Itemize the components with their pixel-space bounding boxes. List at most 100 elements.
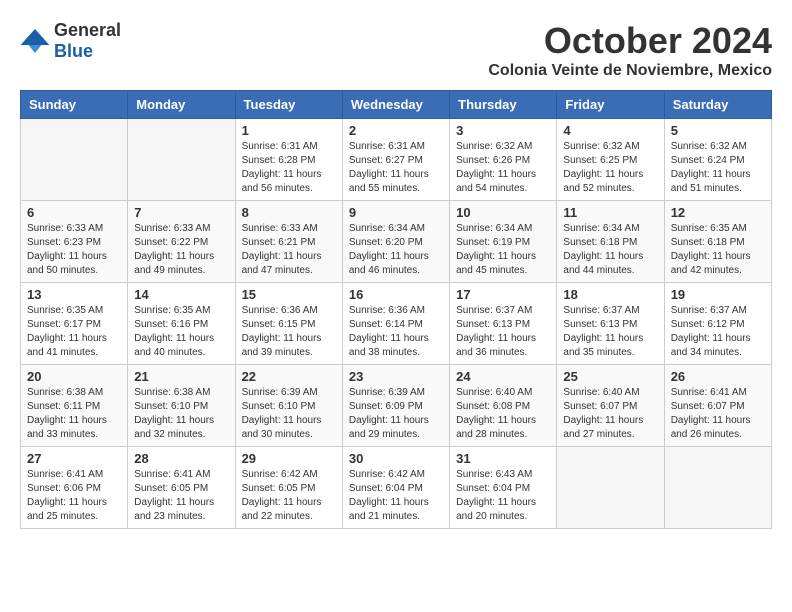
day-info: Sunrise: 6:38 AM Sunset: 6:10 PM Dayligh… <box>134 386 228 442</box>
day-number: 21 <box>134 369 228 384</box>
day-info: Sunrise: 6:32 AM Sunset: 6:25 PM Dayligh… <box>563 140 657 196</box>
day-number: 23 <box>349 369 443 384</box>
day-info: Sunrise: 6:32 AM Sunset: 6:24 PM Dayligh… <box>671 140 765 196</box>
day-info: Sunrise: 6:32 AM Sunset: 6:26 PM Dayligh… <box>456 140 550 196</box>
day-number: 19 <box>671 287 765 302</box>
calendar-cell: 4 Sunrise: 6:32 AM Sunset: 6:25 PM Daylig… <box>557 119 664 201</box>
day-info: Sunrise: 6:42 AM Sunset: 6:05 PM Dayligh… <box>242 468 336 524</box>
calendar-cell: 13 Sunrise: 6:35 AM Sunset: 6:17 PM Dayli… <box>21 283 128 365</box>
day-number: 2 <box>349 123 443 138</box>
calendar-cell: 7 Sunrise: 6:33 AM Sunset: 6:22 PM Daylig… <box>128 201 235 283</box>
calendar-header-row: SundayMondayTuesdayWednesdayThursdayFrid… <box>21 91 772 119</box>
calendar-cell: 8Sunrise: 6:33 AM Sunset: 6:21 PM Daylig… <box>235 201 342 283</box>
day-info: Sunrise: 6:39 AM Sunset: 6:10 PM Dayligh… <box>242 386 336 442</box>
day-header-saturday: Saturday <box>664 91 771 119</box>
day-info: Sunrise: 6:35 AM Sunset: 6:18 PM Dayligh… <box>671 222 765 278</box>
calendar-cell: 10 Sunrise: 6:34 AM Sunset: 6:19 PM Dayli… <box>450 201 557 283</box>
day-info: Sunrise: 6:36 AM Sunset: 6:15 PM Dayligh… <box>242 304 336 360</box>
calendar-cell <box>557 447 664 529</box>
calendar-cell: 11Sunrise: 6:34 AM Sunset: 6:18 PM Dayli… <box>557 201 664 283</box>
day-number: 24 <box>456 369 550 384</box>
calendar-cell <box>664 447 771 529</box>
calendar-cell: 25 Sunrise: 6:40 AM Sunset: 6:07 PM Dayli… <box>557 365 664 447</box>
day-number: 1 <box>242 123 336 138</box>
day-number: 13 <box>27 287 121 302</box>
day-number: 9 <box>349 205 443 220</box>
location-subtitle: Colonia Veinte de Noviembre, Mexico <box>488 62 772 80</box>
day-info: Sunrise: 6:34 AM Sunset: 6:19 PM Dayligh… <box>456 222 550 278</box>
day-info: Sunrise: 6:40 AM Sunset: 6:07 PM Dayligh… <box>563 386 657 442</box>
day-info: Sunrise: 6:37 AM Sunset: 6:13 PM Dayligh… <box>563 304 657 360</box>
day-number: 28 <box>134 451 228 466</box>
day-info: Sunrise: 6:41 AM Sunset: 6:06 PM Dayligh… <box>27 468 121 524</box>
day-number: 3 <box>456 123 550 138</box>
calendar-week-row: 1 Sunrise: 6:31 AM Sunset: 6:28 PM Daylig… <box>21 119 772 201</box>
calendar-cell: 1 Sunrise: 6:31 AM Sunset: 6:28 PM Daylig… <box>235 119 342 201</box>
day-number: 26 <box>671 369 765 384</box>
calendar-cell: 16 Sunrise: 6:36 AM Sunset: 6:14 PM Dayli… <box>342 283 449 365</box>
day-number: 30 <box>349 451 443 466</box>
page-header: General Blue October 2024 Colonia Veinte… <box>20 20 772 80</box>
calendar-cell: 9 Sunrise: 6:34 AM Sunset: 6:20 PM Daylig… <box>342 201 449 283</box>
day-info: Sunrise: 6:43 AM Sunset: 6:04 PM Dayligh… <box>456 468 550 524</box>
calendar-cell: 27 Sunrise: 6:41 AM Sunset: 6:06 PM Dayli… <box>21 447 128 529</box>
day-info: Sunrise: 6:41 AM Sunset: 6:05 PM Dayligh… <box>134 468 228 524</box>
day-number: 20 <box>27 369 121 384</box>
day-info: Sunrise: 6:37 AM Sunset: 6:13 PM Dayligh… <box>456 304 550 360</box>
calendar-cell: 2 Sunrise: 6:31 AM Sunset: 6:27 PM Daylig… <box>342 119 449 201</box>
day-info: Sunrise: 6:41 AM Sunset: 6:07 PM Dayligh… <box>671 386 765 442</box>
day-info: Sunrise: 6:35 AM Sunset: 6:17 PM Dayligh… <box>27 304 121 360</box>
calendar-cell: 21 Sunrise: 6:38 AM Sunset: 6:10 PM Dayli… <box>128 365 235 447</box>
day-number: 14 <box>134 287 228 302</box>
day-info: Sunrise: 6:36 AM Sunset: 6:14 PM Dayligh… <box>349 304 443 360</box>
day-info: Sunrise: 6:33 AM Sunset: 6:23 PM Dayligh… <box>27 222 121 278</box>
calendar-cell <box>21 119 128 201</box>
calendar-cell: 26 Sunrise: 6:41 AM Sunset: 6:07 PM Dayli… <box>664 365 771 447</box>
day-header-tuesday: Tuesday <box>235 91 342 119</box>
day-number: 10 <box>456 205 550 220</box>
day-info: Sunrise: 6:31 AM Sunset: 6:28 PM Dayligh… <box>242 140 336 196</box>
day-info: Sunrise: 6:37 AM Sunset: 6:12 PM Dayligh… <box>671 304 765 360</box>
day-info: Sunrise: 6:34 AM Sunset: 6:18 PM Dayligh… <box>563 222 657 278</box>
calendar-week-row: 6 Sunrise: 6:33 AM Sunset: 6:23 PM Daylig… <box>21 201 772 283</box>
day-info: Sunrise: 6:31 AM Sunset: 6:27 PM Dayligh… <box>349 140 443 196</box>
day-info: Sunrise: 6:34 AM Sunset: 6:20 PM Dayligh… <box>349 222 443 278</box>
day-number: 22 <box>242 369 336 384</box>
day-number: 27 <box>27 451 121 466</box>
calendar-cell: 18 Sunrise: 6:37 AM Sunset: 6:13 PM Dayli… <box>557 283 664 365</box>
day-number: 7 <box>134 205 228 220</box>
day-header-sunday: Sunday <box>21 91 128 119</box>
calendar-cell: 29 Sunrise: 6:42 AM Sunset: 6:05 PM Dayli… <box>235 447 342 529</box>
day-info: Sunrise: 6:33 AM Sunset: 6:22 PM Dayligh… <box>134 222 228 278</box>
logo: General Blue <box>20 20 121 62</box>
calendar-table: SundayMondayTuesdayWednesdayThursdayFrid… <box>20 90 772 529</box>
calendar-cell: 20Sunrise: 6:38 AM Sunset: 6:11 PM Dayli… <box>21 365 128 447</box>
day-number: 6 <box>27 205 121 220</box>
calendar-cell: 3 Sunrise: 6:32 AM Sunset: 6:26 PM Daylig… <box>450 119 557 201</box>
calendar-cell: 14Sunrise: 6:35 AM Sunset: 6:16 PM Dayli… <box>128 283 235 365</box>
day-number: 31 <box>456 451 550 466</box>
calendar-week-row: 27 Sunrise: 6:41 AM Sunset: 6:06 PM Dayli… <box>21 447 772 529</box>
calendar-cell: 23Sunrise: 6:39 AM Sunset: 6:09 PM Dayli… <box>342 365 449 447</box>
calendar-cell <box>128 119 235 201</box>
calendar-cell: 24Sunrise: 6:40 AM Sunset: 6:08 PM Dayli… <box>450 365 557 447</box>
calendar-cell: 6 Sunrise: 6:33 AM Sunset: 6:23 PM Daylig… <box>21 201 128 283</box>
day-info: Sunrise: 6:33 AM Sunset: 6:21 PM Dayligh… <box>242 222 336 278</box>
logo-general: General <box>54 20 121 40</box>
logo-blue: Blue <box>54 41 93 61</box>
day-number: 12 <box>671 205 765 220</box>
month-title: October 2024 <box>488 20 772 62</box>
day-number: 4 <box>563 123 657 138</box>
calendar-week-row: 20Sunrise: 6:38 AM Sunset: 6:11 PM Dayli… <box>21 365 772 447</box>
calendar-cell: 12 Sunrise: 6:35 AM Sunset: 6:18 PM Dayli… <box>664 201 771 283</box>
day-number: 29 <box>242 451 336 466</box>
day-number: 25 <box>563 369 657 384</box>
day-header-friday: Friday <box>557 91 664 119</box>
calendar-cell: 30Sunrise: 6:42 AM Sunset: 6:04 PM Dayli… <box>342 447 449 529</box>
calendar-cell: 5Sunrise: 6:32 AM Sunset: 6:24 PM Daylig… <box>664 119 771 201</box>
day-header-wednesday: Wednesday <box>342 91 449 119</box>
calendar-cell: 17Sunrise: 6:37 AM Sunset: 6:13 PM Dayli… <box>450 283 557 365</box>
day-number: 16 <box>349 287 443 302</box>
day-number: 18 <box>563 287 657 302</box>
calendar-week-row: 13 Sunrise: 6:35 AM Sunset: 6:17 PM Dayli… <box>21 283 772 365</box>
